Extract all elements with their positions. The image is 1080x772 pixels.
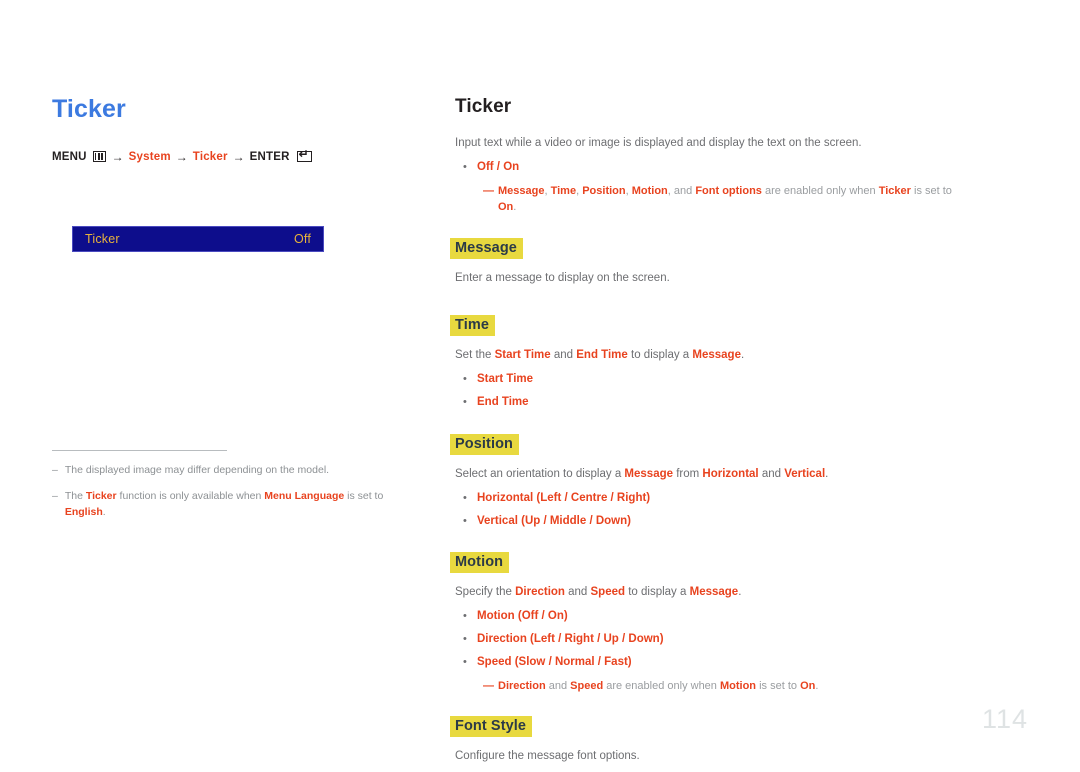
footnote-divider [52, 450, 227, 451]
left-page-title: Ticker [52, 95, 126, 123]
bullet-dot-icon: • [463, 396, 467, 409]
footnote-text: The Ticker function is only available wh… [64, 489, 384, 518]
section-heading: Motion [450, 552, 510, 574]
bullet-dot-icon: • [463, 160, 467, 173]
emphasis-term: Vertical (Up / Middle / Down) [477, 514, 631, 527]
section-paragraph: Set the Start Time and End Time to displ… [455, 349, 745, 362]
option-bullet: • Motion (Off / On) [455, 608, 955, 626]
emphasis-term: English [64, 505, 103, 518]
option-bullet-text: Motion (Off / On) [477, 608, 568, 626]
breadcrumb-arrow-2: → [175, 149, 188, 164]
left-column: Ticker MENU → System → Ticker → ENTER [52, 95, 402, 164]
breadcrumb-arrow-1: → [111, 149, 124, 164]
emphasis-term: Message [498, 184, 545, 197]
option-bullet-text: Off / On [477, 159, 519, 177]
option-bullet: • Speed (Slow / Normal / Fast) [455, 654, 955, 672]
bullet-dot-icon: • [463, 491, 467, 504]
emphasis-term: Ticker [878, 184, 911, 197]
option-bullet: • Off / On [455, 159, 955, 177]
sub-note-text: Direction and Speed are enabled only whe… [498, 679, 819, 692]
footnote-item: – The displayed image may differ dependin… [52, 463, 392, 479]
emphasis-term: Ticker [85, 489, 117, 502]
section-heading: Position [450, 433, 519, 455]
bullet-dot-icon: • [463, 514, 467, 527]
option-bullet-text: End Time [477, 394, 529, 412]
footnotes-block: – The displayed image may differ dependin… [52, 450, 392, 530]
emphasis-term: Message [689, 586, 739, 599]
section-heading: Time [450, 315, 495, 337]
breadcrumb-system-label: System [128, 150, 171, 163]
osd-ticker-row[interactable]: Ticker Off [72, 226, 324, 252]
emphasis-term: Time [550, 184, 577, 197]
option-bullet: • Horizontal (Left / Centre / Right) [455, 490, 955, 508]
section-heading: Font Style [450, 716, 533, 738]
right-page-title: Ticker [455, 96, 512, 117]
option-bullet: • Direction (Left / Right / Up / Down) [455, 631, 955, 649]
emphasis-term: Start Time [494, 349, 551, 362]
sub-note: — Direction and Speed are enabled only wh… [455, 678, 955, 695]
bullet-dot-icon: • [463, 610, 467, 623]
intro-paragraph: Input text while a video or image is dis… [455, 137, 862, 149]
option-bullet-text: Start Time [477, 371, 533, 389]
bullet-dot-icon: • [463, 373, 467, 386]
section-paragraph: Specify the Direction and Speed to displ… [455, 586, 742, 599]
footnote-dash-icon: – [52, 489, 58, 502]
subnote-dash-icon: — [483, 679, 494, 692]
page-number: 114 [981, 704, 1028, 734]
emphasis-term: Speed [570, 679, 604, 692]
emphasis-term: Vertical [784, 467, 826, 480]
footnote-item: – The Ticker function is only available w… [52, 489, 392, 521]
emphasis-term: Menu Language [264, 489, 345, 502]
breadcrumb-ticker-label: Ticker [192, 150, 228, 163]
emphasis-term: Speed (Slow / Normal / Fast) [477, 655, 632, 668]
option-bullet: • End Time [455, 394, 955, 412]
emphasis-term: On [498, 201, 514, 214]
emphasis-term: On [800, 679, 816, 692]
emphasis-term: Direction [515, 586, 565, 599]
emphasis-term: Position [582, 184, 626, 197]
option-bullet-text: Speed (Slow / Normal / Fast) [477, 654, 632, 672]
emphasis-term: End Time [576, 349, 628, 362]
option-bullet-text: Horizontal (Left / Centre / Right) [477, 490, 650, 508]
menu-panel-icon [92, 151, 106, 162]
emphasis-term: Message [692, 349, 741, 362]
emphasis-term: Start Time [477, 373, 534, 386]
option-bullet: • Vertical (Up / Middle / Down) [455, 513, 955, 531]
breadcrumb-enter-label: ENTER [249, 150, 290, 163]
osd-ticker-label: Ticker [85, 232, 120, 246]
section-paragraph: Select an orientation to display a Messa… [455, 467, 829, 480]
sub-note: — Message, Time, Position, Motion, and Fo… [455, 183, 955, 216]
subnote-dash-icon: — [483, 184, 494, 197]
emphasis-term: End Time [477, 396, 529, 409]
emphasis-term: Motion (Off / On) [477, 610, 568, 623]
emphasis-term: Speed [590, 586, 626, 599]
option-bullet-text: Direction (Left / Right / Up / Down) [477, 631, 664, 649]
emphasis-term: Motion [631, 184, 668, 197]
emphasis-term: Direction (Left / Right / Up / Down) [477, 632, 664, 645]
option-bullet: • Start Time [455, 371, 955, 389]
osd-ticker-value: Off [293, 232, 311, 246]
bullet-dot-icon: • [463, 632, 467, 645]
footnote-text: The displayed image may differ depending… [64, 464, 330, 476]
emphasis-term: Font options [695, 184, 762, 197]
breadcrumb-menu-label: MENU [52, 150, 87, 163]
footnote-dash-icon: – [52, 464, 58, 476]
emphasis-term: Message [624, 467, 674, 480]
section-heading: Message [450, 237, 523, 259]
menu-path-breadcrumb: MENU → System → Ticker → ENTER [52, 148, 402, 164]
emphasis-term: Horizontal [702, 467, 759, 480]
breadcrumb-arrow-3: → [232, 149, 245, 164]
option-bullet-text: Vertical (Up / Middle / Down) [477, 513, 631, 531]
section-paragraph: Enter a message to display on the screen… [455, 271, 670, 284]
right-column: Ticker Input text while a video or image… [450, 96, 955, 772]
sub-note-text: Message, Time, Position, Motion, and Fon… [498, 184, 952, 214]
enter-return-icon [296, 148, 312, 162]
bullet-dot-icon: • [463, 655, 467, 668]
emphasis-term: Horizontal (Left / Centre / Right) [477, 491, 651, 504]
emphasis-term: Motion [719, 679, 757, 692]
emphasis-term: Direction [498, 679, 546, 692]
emphasis-term: Off / On [477, 160, 520, 173]
section-paragraph: Configure the message font options. [455, 750, 640, 763]
